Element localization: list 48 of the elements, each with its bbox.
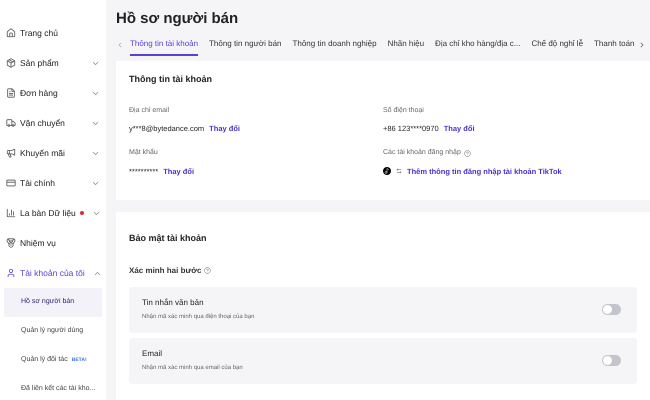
sidebar-item[interactable]: Tài chính — [0, 168, 106, 198]
help-icon[interactable] — [464, 150, 471, 157]
sidebar-item[interactable]: Trang chủ — [0, 18, 106, 48]
chevron-left-icon[interactable] — [116, 41, 124, 49]
sidebar-item[interactable]: Tài khoản của tôi — [0, 258, 106, 288]
tab[interactable]: Địa chỉ kho hàng/địa c... — [435, 34, 520, 56]
box-icon — [6, 58, 16, 68]
option-title: Email — [142, 348, 164, 360]
section-title: Bảo mật tài khoản — [129, 232, 208, 245]
document-icon — [6, 88, 16, 98]
sidebar-label: Khuyến mãi — [20, 146, 65, 160]
tab[interactable]: Nhãn hiệu — [388, 34, 424, 56]
sidebar-item[interactable]: Vận chuyển — [0, 108, 106, 138]
option-title: Tin nhắn văn bản — [142, 297, 205, 309]
link-arrows-icon — [396, 168, 402, 174]
toggle-switch[interactable] — [602, 355, 621, 366]
card-icon — [6, 178, 16, 188]
help-icon[interactable] — [204, 267, 212, 274]
sidebar-label: Trang chủ — [20, 26, 58, 40]
chart-icon — [6, 208, 16, 218]
sidebar-label: Tài khoản của tôi — [20, 266, 85, 280]
tab[interactable]: Thông tin doanh nghiệp — [292, 34, 377, 56]
sidebar-label: La bàn Dữ liệu — [20, 206, 76, 220]
chevron-right-icon[interactable] — [638, 41, 646, 49]
tab[interactable]: Thanh toán — [594, 34, 635, 56]
sidebar-label: Vận chuyển — [20, 116, 65, 130]
tab[interactable]: Thông tin người bán — [209, 34, 282, 56]
sidebar-item[interactable]: Nhiệm vụ — [0, 228, 106, 258]
tab[interactable]: Chế độ nghỉ lễ — [531, 34, 584, 56]
sidebar-item[interactable]: Sản phẩm — [0, 48, 106, 78]
home-icon — [6, 28, 16, 38]
sidebar-label: Sản phẩm — [20, 56, 59, 70]
section-title: Thông tin tài khoản — [129, 73, 213, 86]
medal-icon — [6, 238, 16, 248]
sidebar-item[interactable]: La bàn Dữ liệu — [0, 198, 106, 228]
sidebar-label: Đơn hàng — [20, 86, 58, 100]
sidebar-item[interactable]: Đơn hàng — [0, 78, 106, 108]
sidebar-label: Tài chính — [20, 176, 55, 190]
page-title: Hồ sơ người bán — [116, 9, 240, 28]
sidebar-item[interactable]: Khuyến mãi — [0, 138, 106, 168]
tiktok-icon — [383, 167, 391, 176]
truck-icon — [6, 118, 16, 128]
tab[interactable]: Thông tin tài khoản — [130, 34, 198, 56]
megaphone-icon — [6, 148, 16, 158]
user-icon — [6, 268, 16, 278]
section-subtitle: Xác minh hai bước — [129, 264, 202, 276]
sidebar-label: Nhiệm vụ — [20, 236, 56, 250]
toggle-switch[interactable] — [602, 304, 621, 315]
